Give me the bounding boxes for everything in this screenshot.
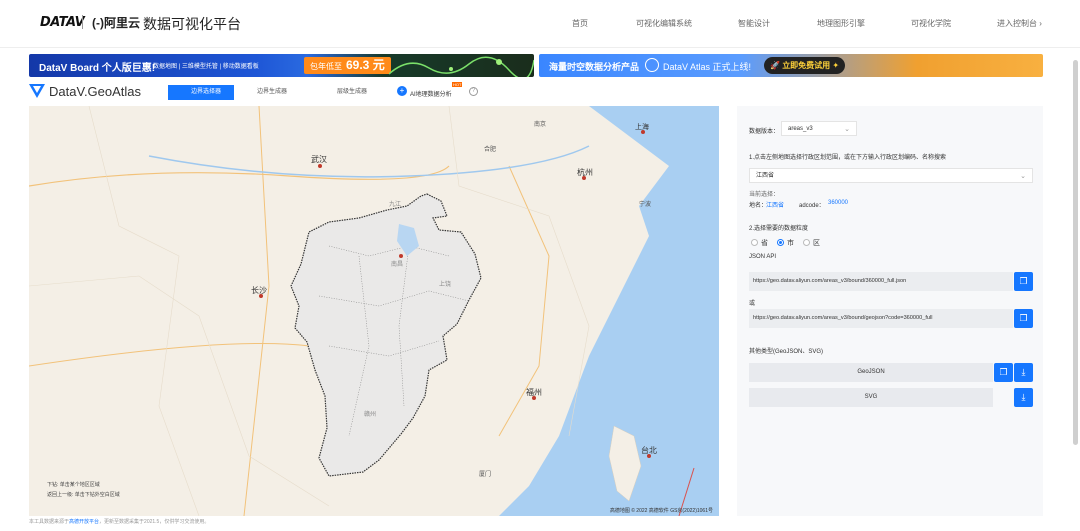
tab-boundary-selector[interactable]: 边界选择器 <box>168 85 244 100</box>
json-api-label: JSON API <box>749 254 777 260</box>
current-selection-label: 当前选择： <box>749 192 780 198</box>
banner-board-price: 包年低至 69.3 元 <box>304 57 391 74</box>
chevron-down-icon: ⌄ <box>1020 173 1026 180</box>
copy-geojson-url-button[interactable]: ❐ <box>1014 309 1033 328</box>
version-label: 数据版本： <box>749 129 780 135</box>
radio-city-label: 市 <box>787 240 794 247</box>
map-attribution: 高德地图 © 2022 高德软件 GS京(2022)1061号 <box>609 508 713 514</box>
highway <box>243 106 270 516</box>
nav-smart-design[interactable]: 智能设计 <box>738 18 770 29</box>
city-label: 武汉 <box>311 154 327 164</box>
city-label: 福州 <box>526 388 542 397</box>
nav-home[interactable]: 首页 <box>572 18 588 29</box>
geojson-row: GeoJSON <box>749 363 993 382</box>
city-marker <box>318 164 322 168</box>
copy-icon: ❐ <box>1019 313 1028 323</box>
place-name-value: 江西省 <box>766 203 785 209</box>
banner-atlas-product: DataV Atlas 正式上线! <box>663 62 752 72</box>
geojson-url-field[interactable]: https://geo.datav.aliyun.com/areas_v3/bo… <box>749 309 1013 328</box>
download-geojson-button[interactable]: ⤓ <box>1014 363 1033 382</box>
nav-geo-engine[interactable]: 地理图形引擎 <box>817 18 865 29</box>
tab-boundary-generator[interactable]: 边界生成器 <box>234 85 310 100</box>
step1-instruction: 1.点击左侧地图选择行政区划范围，或在下方输入行政区划编码、名称搜索 <box>749 155 947 161</box>
help-icon[interactable]: ? <box>469 87 478 96</box>
copy-icon: ❐ <box>999 367 1008 377</box>
map-canvas[interactable]: 武汉 长沙 杭州 上海 福州 台北 南京 合肥 宁波 厦门 赣州 九江 上饶 南… <box>29 106 719 516</box>
banner-map-graphic <box>389 56 534 77</box>
download-svg-button[interactable]: ⤓ <box>1014 388 1033 407</box>
chevron-down-icon: ⌄ <box>844 126 850 133</box>
promo-banner-atlas[interactable]: 海量时空数据分析产品 DataV Atlas 正式上线! 🚀 立即免费试用 ✦ <box>539 54 1043 77</box>
radio-district[interactable] <box>803 239 810 246</box>
place-name-label: 地名： <box>749 203 768 209</box>
ai-analysis-icon[interactable]: + <box>397 86 407 96</box>
json-api-url-field[interactable]: https://geo.datav.aliyun.com/areas_v3/bo… <box>749 272 1013 291</box>
city-label: 厦门 <box>479 470 491 478</box>
city-label: 九江 <box>389 200 401 208</box>
datav-logo[interactable]: DATAV <box>40 15 85 30</box>
city-label: 南昌 <box>391 260 403 268</box>
city-label: 台北 <box>641 445 657 455</box>
legend-drilldown: 下钻: 单击某个地区区域 <box>47 482 100 488</box>
jiangxi-province-boundary[interactable] <box>290 193 482 477</box>
download-icon: ⤓ <box>1021 392 1026 402</box>
aliyun-logo[interactable]: (-)阿里云 <box>92 14 140 31</box>
banner-board-title: DataV Board 个人版巨惠! <box>39 63 156 74</box>
logo-divider <box>82 15 83 29</box>
tab-hierarchy-generator[interactable]: 层级生成器 <box>314 85 390 100</box>
nav-editor[interactable]: 可视化编辑系统 <box>636 18 692 29</box>
banner-atlas-title: 海量时空数据分析产品 <box>549 62 640 72</box>
version-select[interactable]: areas_v3 ⌄ <box>781 121 857 136</box>
hot-badge: HOT <box>452 82 463 87</box>
city-label: 杭州 <box>577 167 593 177</box>
city-label: 合肥 <box>484 145 496 153</box>
or-label: 或 <box>749 301 756 307</box>
adcode-value: 360000 <box>828 200 849 206</box>
platform-title: 数据可视化平台 <box>143 16 241 32</box>
city-label: 上饶 <box>439 280 451 288</box>
region-search-select[interactable]: 江西省 ⌄ <box>749 168 1033 183</box>
ai-analysis-link[interactable]: AI地理数据分析 <box>410 89 452 98</box>
atlas-logo-icon <box>645 58 659 72</box>
step2-instruction: 2.选择需要的数据粒度 <box>749 226 809 232</box>
highway <box>29 343 310 367</box>
copy-geojson-button[interactable]: ❐ <box>994 363 1013 382</box>
page-scrollbar[interactable] <box>1073 60 1078 445</box>
legend-back: 返回上一级: 单击下钻外空白区域 <box>47 492 120 498</box>
radio-district-label: 区 <box>813 240 820 247</box>
download-icon: ⤓ <box>1021 367 1026 377</box>
amap-open-platform-link[interactable]: 高德开放平台 <box>69 519 99 525</box>
nav-academy[interactable]: 可视化学院 <box>911 18 951 29</box>
copy-icon: ❐ <box>1019 276 1028 286</box>
city-marker <box>399 254 403 258</box>
radio-province[interactable] <box>751 239 758 246</box>
adcode-label: adcode： <box>799 203 825 209</box>
promo-banner-board[interactable]: DataV Board 个人版巨惠! 数据地图 | 三维模型托管 | 移动数据看… <box>29 54 534 77</box>
svg-row: SVG <box>749 388 993 407</box>
city-label: 长沙 <box>251 285 267 295</box>
data-source-note: 本工具数据来源于高德开放平台，更新至数据采集于2021.5，仅供学习交流使用。 <box>29 519 210 525</box>
geoatlas-title: DataV.GeoAtlas <box>49 84 142 99</box>
nav-console[interactable]: 进入控制台 › <box>997 18 1042 29</box>
control-panel: 数据版本： areas_v3 ⌄ 1.点击左侧地图选择行政区划范围，或在下方输入行… <box>737 106 1043 516</box>
copy-json-api-button[interactable]: ❐ <box>1014 272 1033 291</box>
city-label: 赣州 <box>364 410 376 418</box>
other-types-label: 其他类型(GeoJSON、SVG) <box>749 349 824 355</box>
map-legend: 下钻: 单击某个地区区域 返回上一级: 单击下钻外空白区域 <box>47 480 120 500</box>
province-border <box>88 106 200 516</box>
city-label: 上海 <box>635 122 649 131</box>
radio-province-label: 省 <box>761 240 768 247</box>
free-trial-button[interactable]: 🚀 立即免费试用 ✦ <box>764 57 846 74</box>
province-border <box>29 275 330 507</box>
city-label: 南京 <box>534 120 546 128</box>
radio-city[interactable] <box>777 239 784 246</box>
geoatlas-logo-icon <box>29 84 45 98</box>
banner-board-subtitle: 数据地图 | 三维模型托管 | 移动数据看板 <box>153 64 259 70</box>
top-navigation: DATAV (-)阿里云 数据可视化平台 首页 可视化编辑系统 智能设计 地理图… <box>0 0 1080 48</box>
city-label: 宁波 <box>639 200 651 208</box>
interactive-map[interactable]: 武汉 长沙 杭州 上海 福州 台北 南京 合肥 宁波 厦门 赣州 九江 上饶 南… <box>29 106 719 516</box>
